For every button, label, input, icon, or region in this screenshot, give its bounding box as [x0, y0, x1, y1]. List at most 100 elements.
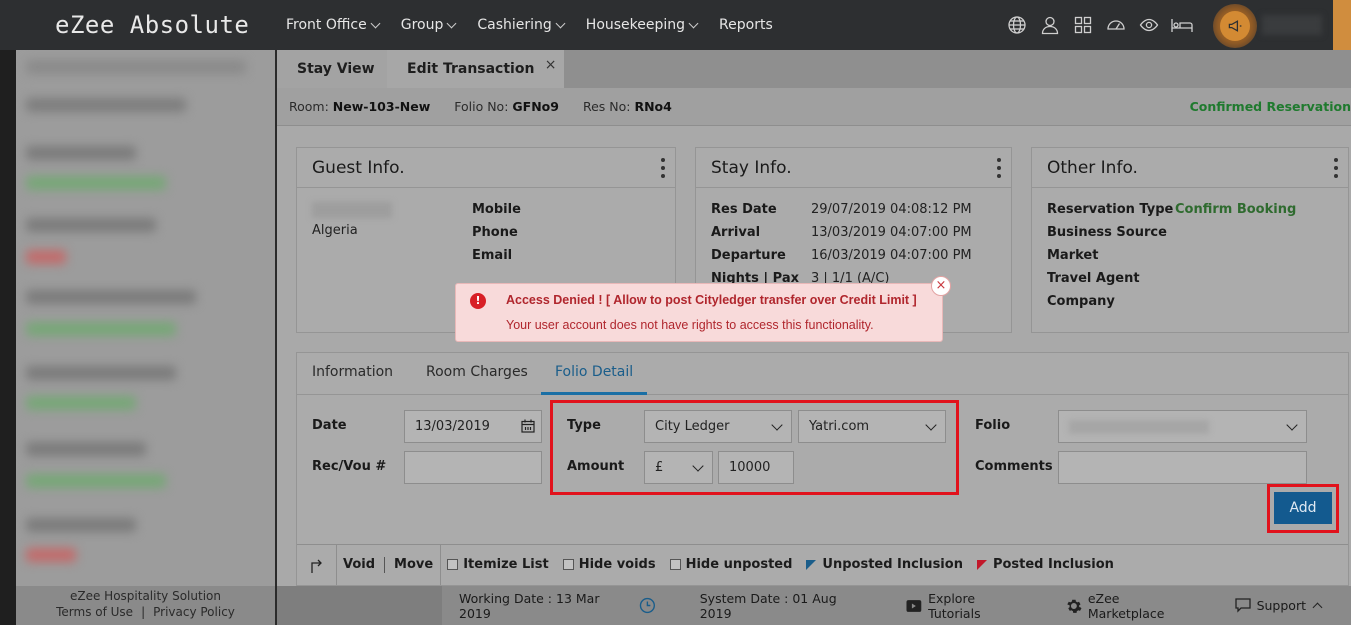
hide-voids-label: Hide voids	[578, 557, 656, 572]
marketplace-label: eZee Marketplace	[1087, 590, 1165, 621]
dashboard-icon[interactable]	[1099, 0, 1132, 50]
card-body: Reservation Type Confirm Booking Business…	[1032, 188, 1348, 325]
folio-info: Folio No: GFNo9	[454, 99, 559, 114]
terms-link[interactable]: Terms of Use	[56, 605, 133, 619]
grid-icon[interactable]	[1066, 0, 1099, 50]
card-title: Stay Info.	[711, 158, 792, 178]
arrival-label: Arrival	[711, 225, 761, 240]
support-menu[interactable]: Support	[1229, 598, 1323, 613]
itemize-list-checkbox[interactable]: Itemize List	[447, 557, 549, 572]
tab-edit-transaction[interactable]: Edit Transaction ×	[387, 50, 565, 88]
working-date[interactable]: Working Date : 13 Mar 2019	[459, 591, 662, 621]
rec-vou-input[interactable]	[404, 451, 542, 484]
nav-front-office[interactable]: Front Office	[286, 17, 381, 33]
marketplace-link[interactable]: eZee Marketplace	[1060, 591, 1199, 621]
room-label: Room:	[289, 99, 329, 114]
user-menu[interactable]	[1262, 15, 1322, 35]
nav-housekeeping[interactable]: Housekeeping	[585, 17, 699, 33]
eye-icon[interactable]	[1132, 0, 1165, 50]
folio-select[interactable]	[1058, 410, 1307, 443]
checkbox[interactable]	[562, 559, 574, 570]
status-footer: Working Date : 13 Mar 2019 System Date :…	[442, 586, 1351, 625]
nav-label: Housekeeping	[585, 17, 686, 33]
void-label: Void	[343, 557, 376, 572]
app-title[interactable]: eZee Absolute	[0, 0, 292, 50]
close-icon[interactable]: ×	[545, 46, 557, 84]
footer-blurred	[277, 586, 442, 625]
calendar-icon[interactable]	[521, 419, 535, 433]
list-item-status	[26, 396, 136, 410]
date-label: Date	[312, 418, 347, 433]
chevron-down-icon	[555, 18, 566, 28]
tab-strip: Stay View Edit Transaction ×	[277, 50, 1351, 88]
tab-information[interactable]: Information	[312, 353, 393, 395]
list-item-status	[26, 548, 76, 562]
date-field[interactable]: 13/03/2019	[404, 410, 542, 443]
checkbox[interactable]	[447, 559, 459, 570]
sidebar-filter[interactable]	[26, 98, 186, 112]
list-item[interactable]	[26, 290, 196, 304]
posted-inclusion-label: Posted Inclusion	[992, 557, 1114, 572]
tab-room-charges[interactable]: Room Charges	[426, 353, 528, 395]
res-date-label: Res Date	[711, 202, 777, 217]
alert-title: Access Denied ! [ Allow to post Cityledg…	[506, 293, 917, 307]
nav-reports[interactable]: Reports	[719, 17, 773, 33]
posted-marker-icon	[976, 559, 987, 570]
tab-stay-view[interactable]: Stay View	[277, 50, 395, 88]
company-label: Company	[1047, 294, 1115, 309]
close-icon[interactable]: ×	[931, 276, 951, 296]
left-edge	[0, 50, 16, 625]
room-info: Room: New-103-New	[289, 99, 430, 114]
guest-name	[312, 202, 392, 218]
system-date-label: System Date : 01 Aug 2019	[699, 590, 837, 621]
email-label: Email	[472, 248, 513, 263]
sidebar-search[interactable]	[26, 60, 246, 74]
notification-strip	[1333, 0, 1351, 50]
folio-value	[1069, 419, 1209, 434]
checkbox[interactable]	[669, 559, 681, 570]
user-icon[interactable]	[1033, 0, 1066, 50]
explore-tutorials-link[interactable]: Explore Tutorials	[900, 591, 1030, 621]
void-button[interactable]: Void	[343, 557, 375, 572]
list-item[interactable]	[26, 366, 176, 380]
announcement-icon[interactable]	[1213, 4, 1257, 48]
route-icon[interactable]	[297, 544, 337, 585]
nav-label: Group	[400, 17, 444, 33]
date-value: 13/03/2019	[415, 419, 490, 434]
chevron-up-icon	[1312, 602, 1323, 613]
nav-label: Reports	[719, 17, 773, 33]
guest-country: Algeria	[312, 223, 358, 238]
list-item[interactable]	[26, 518, 136, 532]
posted-inclusion-legend: Posted Inclusion	[976, 557, 1114, 572]
more-options-icon[interactable]	[997, 158, 1001, 178]
chevron-down-icon	[688, 18, 699, 28]
list-item[interactable]	[26, 442, 146, 456]
nav-group[interactable]: Group	[400, 17, 457, 33]
tab-label: Edit Transaction	[407, 61, 535, 77]
folio-label: Folio No:	[454, 99, 509, 114]
comments-input[interactable]	[1058, 451, 1307, 484]
unposted-marker-icon	[806, 559, 817, 570]
hide-voids-checkbox[interactable]: Hide voids	[562, 557, 656, 572]
nav-cashiering[interactable]: Cashiering	[477, 17, 566, 33]
bed-icon[interactable]	[1165, 0, 1198, 50]
clock-icon	[639, 597, 655, 614]
list-item[interactable]	[26, 218, 156, 232]
tab-folio-detail[interactable]: Folio Detail	[541, 353, 648, 395]
more-options-icon[interactable]	[1334, 158, 1338, 178]
privacy-link[interactable]: Privacy Policy	[153, 605, 235, 619]
folio-label: Folio	[975, 418, 1011, 433]
rec-vou-label: Rec/Vou #	[312, 459, 387, 474]
departure-value: 16/03/2019 04:07:00 PM	[811, 248, 972, 263]
folio-value: GFNo9	[512, 99, 559, 114]
card-title: Other Info.	[1047, 158, 1138, 178]
business-source-label: Business Source	[1047, 225, 1167, 240]
globe-icon[interactable]	[1000, 0, 1033, 50]
reservation-type-value: Confirm Booking	[1175, 202, 1297, 217]
move-button[interactable]: Move	[394, 557, 433, 572]
hide-unposted-checkbox[interactable]: Hide unposted	[669, 557, 792, 572]
list-item[interactable]	[26, 146, 136, 160]
more-options-icon[interactable]	[661, 158, 665, 178]
add-button[interactable]: Add	[1274, 492, 1332, 524]
video-icon	[906, 599, 922, 612]
